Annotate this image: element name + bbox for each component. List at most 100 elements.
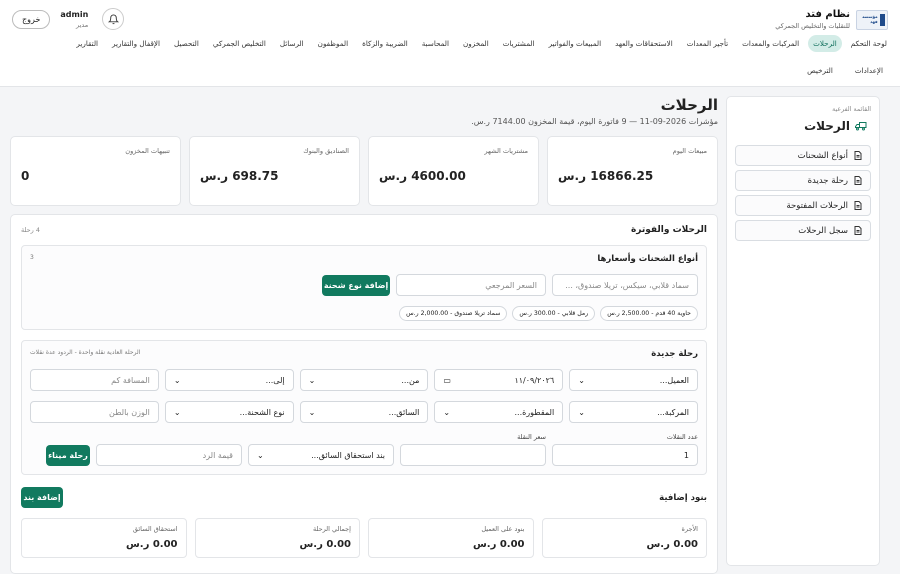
stat-label: تنبيهات المخزون bbox=[125, 147, 170, 155]
total-value: 0.00 ر.س bbox=[646, 539, 698, 550]
from-select[interactable]: من... ⌄ bbox=[299, 369, 429, 391]
total-value: 0.00 ر.س bbox=[299, 539, 351, 550]
return-value-input[interactable]: قيمة الرد bbox=[96, 444, 242, 466]
document-icon bbox=[854, 201, 862, 210]
sidebar-item-new-trip[interactable]: رحلة جديدة bbox=[735, 170, 871, 191]
chevron-down-icon: ⌄ bbox=[578, 407, 585, 417]
trips-count-input[interactable]: 1 bbox=[552, 444, 698, 466]
trip-price-field: سعر النقلة bbox=[400, 433, 546, 466]
nav-row-2: الإعدادات الترخيص bbox=[802, 62, 888, 79]
nav-collection[interactable]: التحصيل bbox=[169, 35, 204, 52]
stat-card: مشتريات الشهر 4600.00 ر.س bbox=[368, 136, 539, 206]
from-select-value: من... bbox=[401, 375, 420, 385]
trips-panel: الرحلات والفوترة 4 رحلة أنواع الشحنات وأ… bbox=[10, 214, 718, 574]
brand[interactable]: مؤسسة فهد نظام فتد للنقليات والتخليص الج… bbox=[775, 9, 888, 30]
sidebar-hint: القائمة الفرعية bbox=[832, 106, 871, 113]
add-shipment-type-button[interactable]: إضافة نوع شحنة bbox=[322, 274, 390, 296]
shipment-type-chip[interactable]: حاوية 40 قدم - 2,500.00 ر.س bbox=[600, 306, 698, 321]
nav-messages[interactable]: الرسائل bbox=[275, 35, 309, 52]
nav-dashboard[interactable]: لوحة التحكم bbox=[846, 35, 892, 52]
shipment-type-select[interactable]: نوع الشحنة... ⌄ bbox=[164, 401, 294, 423]
stat-label: الصناديق والبنوك bbox=[303, 147, 349, 155]
brand-subtitle: للنقليات والتخليص الجمركي bbox=[775, 22, 850, 30]
extras-header: بنود إضافية إضافة بند bbox=[21, 487, 707, 508]
stat-label: مبيعات اليوم bbox=[672, 147, 707, 155]
nav-vehicles[interactable]: المركبات والمعدات bbox=[737, 35, 804, 52]
shipment-types-title: أنواع الشحنات وأسعارها bbox=[597, 254, 698, 264]
total-label: إجمالي الرحلة bbox=[312, 525, 351, 533]
chevron-down-icon: ⌄ bbox=[308, 375, 316, 385]
document-icon bbox=[854, 176, 862, 185]
total-label: استحقاق السائق bbox=[132, 525, 178, 533]
nav-tax[interactable]: الضريبة والزكاة bbox=[357, 35, 413, 52]
trip-price-input[interactable] bbox=[400, 444, 546, 466]
nav-settings[interactable]: الإعدادات bbox=[850, 62, 888, 79]
main-nav: لوحة التحكم الرحلات المركبات والمعدات تأ… bbox=[8, 35, 892, 52]
new-trip-note: الرحلة العادية نقلة واحدة - الردود عدة ن… bbox=[30, 349, 141, 356]
nav-customs[interactable]: التخليص الجمركي bbox=[208, 35, 271, 52]
nav-entitlements[interactable]: الاستحقاقات والعهد bbox=[610, 35, 678, 52]
sidebar-item-shipment-types[interactable]: أنواع الشحنات bbox=[735, 145, 871, 166]
trips-count-field: عدد النقلات 1 bbox=[552, 433, 698, 466]
total-card: بنود على العميل 0.00 ر.س bbox=[368, 518, 534, 558]
vehicle-select[interactable]: المركبة... ⌄ bbox=[569, 401, 698, 423]
sidebar-item-label: أنواع الشحنات bbox=[797, 150, 848, 161]
page-title: الرحلات bbox=[660, 96, 718, 114]
trip-price-label: سعر النقلة bbox=[517, 433, 546, 441]
document-icon bbox=[854, 151, 862, 160]
date-input[interactable]: ١١/٠٩/٢٠٢٦ ▭ bbox=[434, 369, 564, 391]
user-role: مدير bbox=[76, 20, 89, 29]
to-select[interactable]: إلى... ⌄ bbox=[164, 369, 294, 391]
chevron-down-icon: ⌄ bbox=[443, 407, 451, 417]
total-label: بنود على العميل bbox=[481, 525, 525, 533]
shipment-type-chip[interactable]: سماد تريلا صندوق - 2,000.00 ر.س bbox=[399, 306, 508, 321]
nav-employees[interactable]: الموظفون bbox=[313, 35, 353, 52]
nav-purchases[interactable]: المشتريات bbox=[498, 35, 540, 52]
driver-due-select[interactable]: بند استحقاق السائق... ⌄ bbox=[248, 444, 394, 466]
shipment-type-chip[interactable]: رمل قلابي - 300.00 ر.س bbox=[512, 306, 596, 321]
bell-icon[interactable] bbox=[102, 8, 125, 30]
driver-select-value: السائق... bbox=[388, 407, 420, 417]
vehicle-select-value: المركبة... bbox=[657, 407, 689, 417]
driver-select[interactable]: السائق... ⌄ bbox=[299, 401, 429, 423]
driver-due-select-value: بند استحقاق السائق... bbox=[311, 450, 385, 460]
nav-closing[interactable]: الإقفال والتقارير bbox=[107, 35, 165, 52]
nav-license[interactable]: الترخيص bbox=[802, 62, 838, 79]
trailer-select[interactable]: المقطورة... ⌄ bbox=[434, 401, 564, 423]
document-icon bbox=[854, 226, 862, 235]
sidebar-title-text: الرحلات bbox=[804, 119, 850, 133]
calendar-icon: ▭ bbox=[443, 375, 451, 385]
user-area: خروج admin مدير bbox=[12, 8, 125, 30]
weight-input[interactable]: الوزن بالطن bbox=[30, 401, 159, 423]
add-item-button[interactable]: إضافة بند bbox=[21, 487, 63, 508]
sidebar-title: الرحلات bbox=[735, 119, 867, 133]
stat-label: مشتريات الشهر bbox=[484, 147, 528, 155]
sidebar-item-open-trips[interactable]: الرحلات المفتوحة bbox=[735, 195, 871, 216]
to-select-value: إلى... bbox=[265, 375, 285, 385]
total-value: 0.00 ر.س bbox=[125, 539, 178, 550]
nav-inventory[interactable]: المخزون bbox=[458, 35, 494, 52]
trailer-select-value: المقطورة... bbox=[514, 407, 555, 417]
port-trip-button[interactable]: رحلة ميناء bbox=[46, 445, 90, 466]
nav-sales[interactable]: المبيعات والفواتير bbox=[544, 35, 607, 52]
sidebar-item-label: الرحلات المفتوحة bbox=[786, 200, 848, 211]
total-card: استحقاق السائق 0.00 ر.س bbox=[21, 518, 187, 558]
reference-price-input[interactable]: السعر المرجعي bbox=[396, 274, 546, 296]
shipment-name-input[interactable]: سماد قلابي، سيكس، تريلا صندوق، ... bbox=[552, 274, 698, 296]
nav-accounting[interactable]: المحاسبة bbox=[417, 35, 454, 52]
logo-text: مؤسسة فهد bbox=[862, 14, 878, 24]
sidebar-item-label: رحلة جديدة bbox=[807, 175, 848, 186]
nav-reports[interactable]: التقارير bbox=[71, 35, 103, 52]
logout-button[interactable]: خروج bbox=[12, 9, 51, 29]
new-trip-title: رحلة جديدة bbox=[651, 349, 698, 359]
sidebar-item-trip-log[interactable]: سجل الرحلات bbox=[735, 220, 871, 241]
total-value: 0.00 ر.س bbox=[472, 539, 525, 550]
customer-select[interactable]: العميل... ⌄ bbox=[569, 369, 698, 391]
totals-row: الأجرة 0.00 ر.س بنود على العميل 0.00 ر.س إ… bbox=[21, 518, 707, 558]
shipment-types-section: أنواع الشحنات وأسعارها 3 سماد قلابي، سيك… bbox=[21, 245, 707, 330]
nav-trips[interactable]: الرحلات bbox=[808, 35, 842, 52]
distance-input[interactable]: المسافة كم bbox=[30, 369, 159, 391]
stat-value: 16866.25 ر.س bbox=[558, 169, 654, 183]
stats-row: مبيعات اليوم 16866.25 ر.س مشتريات الشهر 46… bbox=[10, 136, 718, 206]
nav-equipment-rental[interactable]: تأجير المعدات bbox=[682, 35, 733, 52]
